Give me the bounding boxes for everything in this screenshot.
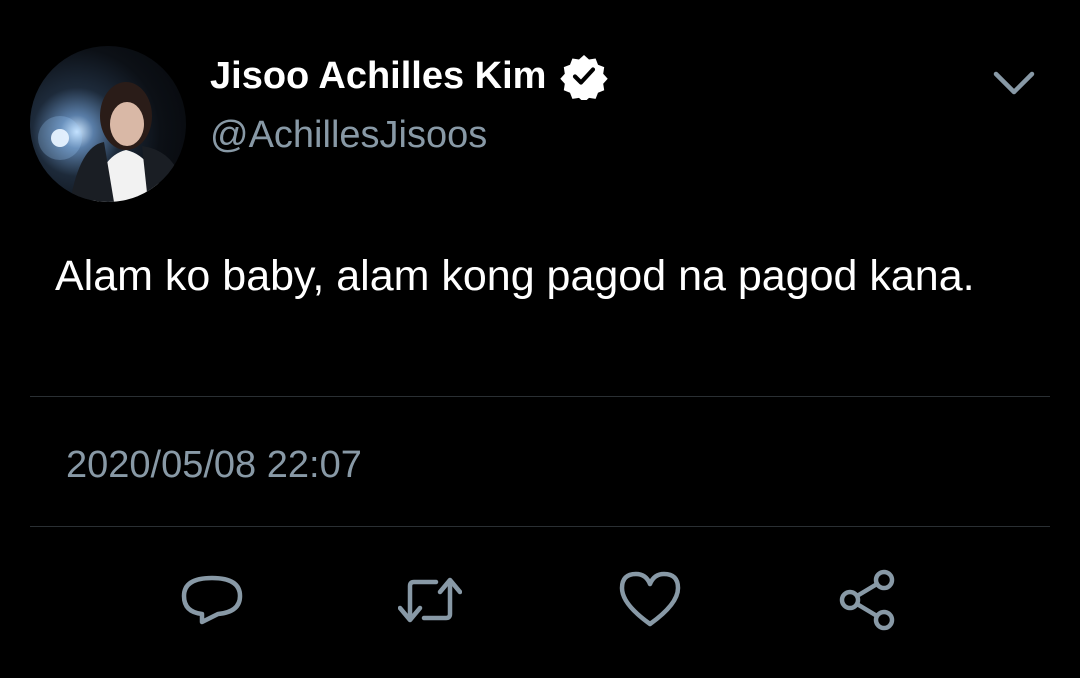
author-handle[interactable]: @AchillesJisoos <box>210 112 487 158</box>
divider <box>30 396 1050 397</box>
avatar[interactable] <box>30 46 186 202</box>
chevron-down-icon[interactable] <box>988 60 1040 106</box>
reply-icon <box>181 575 243 625</box>
avatar-photo <box>38 82 180 202</box>
share-icon <box>839 569 895 631</box>
reply-button[interactable] <box>180 568 244 632</box>
retweet-button[interactable] <box>398 568 462 632</box>
tweet-text: Alam ko baby, alam kong pagod na pagod k… <box>55 252 975 300</box>
heart-icon <box>619 571 681 627</box>
divider <box>30 526 1050 527</box>
author-name-row[interactable]: Jisoo Achilles Kim <box>210 52 609 103</box>
share-button[interactable] <box>836 568 900 632</box>
tweet-timestamp[interactable]: 2020/05/08 22:07 <box>66 442 362 488</box>
verified-badge-icon <box>560 52 609 103</box>
retweet-icon <box>398 577 462 623</box>
like-button[interactable] <box>618 568 682 632</box>
author-display-name[interactable]: Jisoo Achilles Kim <box>210 52 546 100</box>
